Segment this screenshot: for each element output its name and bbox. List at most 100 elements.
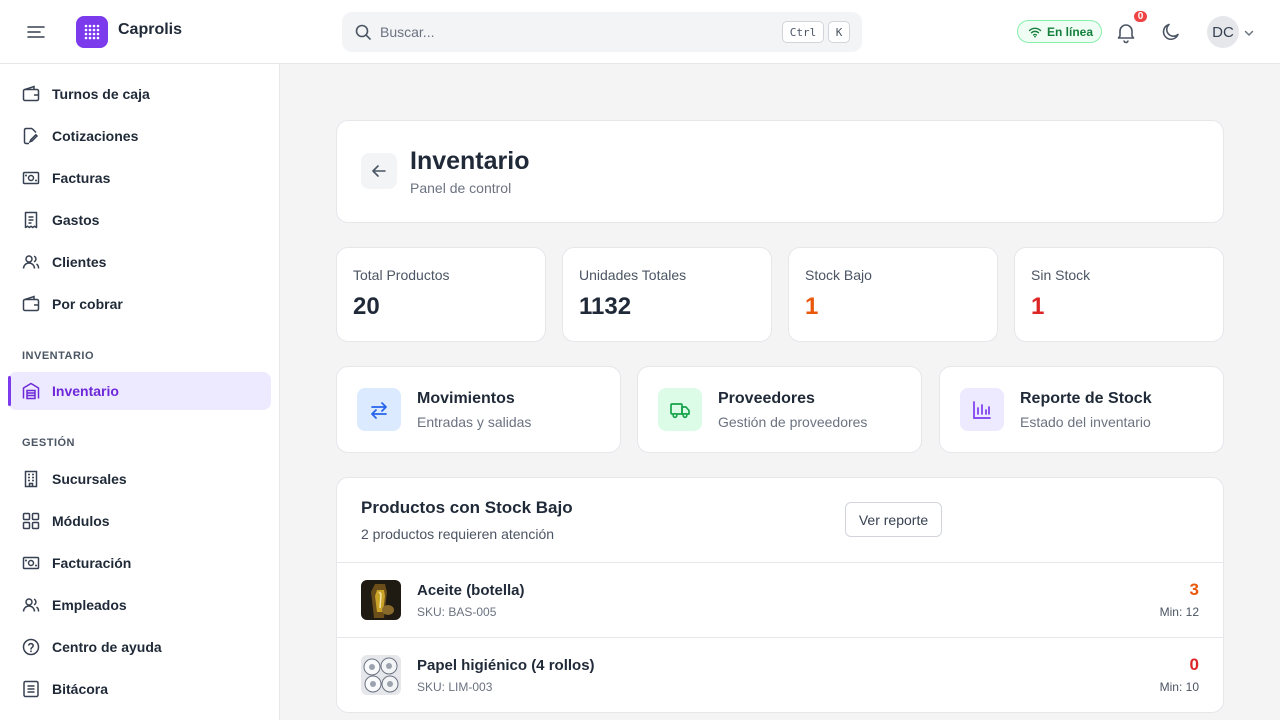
stat-value: 1	[1031, 293, 1045, 320]
sidebar-item-bitacora[interactable]: Bitácora	[8, 670, 271, 708]
view-report-button[interactable]: Ver reporte	[845, 502, 942, 537]
sidebar-item-label: Bitácora	[52, 681, 109, 697]
sidebar-item-label: Sucursales	[52, 471, 127, 487]
product-thumbnail	[361, 655, 401, 695]
product-minimum: Min: 12	[1159, 605, 1199, 619]
page-title: Inventario	[410, 147, 530, 175]
sidebar-item-label: Centro de ayuda	[52, 639, 162, 655]
low-stock-row[interactable]: Papel higiénico (4 rollos) SKU: LIM-003 …	[337, 637, 1223, 712]
wifi-icon	[1028, 27, 1042, 37]
search-bar[interactable]: Ctrl K	[342, 12, 862, 52]
stat-card-stock-bajo: Stock Bajo 1	[788, 247, 998, 342]
action-title: Proveedores	[718, 390, 815, 407]
arrows-exchange-icon	[357, 388, 401, 431]
banknote-icon	[22, 554, 40, 572]
truck-icon	[658, 388, 702, 431]
low-stock-title: Productos con Stock Bajo	[361, 498, 573, 517]
sidebar-item-por-cobrar[interactable]: Por cobrar	[8, 285, 271, 323]
product-minimum: Min: 10	[1159, 680, 1199, 694]
search-icon	[354, 23, 372, 46]
sidebar-item-inventario[interactable]: Inventario	[8, 372, 271, 410]
product-quantity: 0	[1189, 655, 1199, 674]
brand-name: Caprolis	[118, 21, 183, 38]
sidebar-item-label: Clientes	[52, 254, 107, 270]
stat-card-sin-stock: Sin Stock 1	[1014, 247, 1224, 342]
product-sku: SKU: BAS-005	[417, 605, 497, 619]
sidebar-item-label: Empleados	[52, 597, 127, 613]
product-name: Aceite (botella)	[417, 582, 525, 599]
grid-icon	[22, 512, 40, 530]
sidebar-item-label: Módulos	[52, 513, 110, 529]
sidebar-item-turnos-de-caja[interactable]: Turnos de caja	[8, 75, 271, 113]
top-header: Caprolis Ctrl K En línea 0 DC	[0, 0, 1280, 64]
user-avatar[interactable]: DC	[1207, 16, 1239, 48]
shortcut-ctrl-key: Ctrl	[782, 21, 824, 43]
shortcut-k-key: K	[828, 21, 850, 43]
sidebar-item-empleados[interactable]: Empleados	[8, 586, 271, 624]
stat-label: Stock Bajo	[805, 267, 872, 283]
sidebar-item-label: Facturación	[52, 555, 132, 571]
low-stock-row[interactable]: Aceite (botella) SKU: BAS-005 3 Min: 12	[337, 562, 1223, 637]
stat-label: Sin Stock	[1031, 267, 1091, 283]
product-name: Papel higiénico (4 rollos)	[417, 657, 595, 674]
sidebar-item-modulos[interactable]: Módulos	[8, 502, 271, 540]
page-header-card: Inventario Panel de control	[336, 120, 1224, 223]
stat-label: Unidades Totales	[579, 267, 687, 283]
page-subtitle: Panel de control	[410, 180, 512, 196]
action-subtitle: Estado del inventario	[1020, 414, 1151, 430]
sidebar-item-label: Gastos	[52, 212, 100, 228]
sidebar-item-cotizaciones[interactable]: Cotizaciones	[8, 117, 271, 155]
search-input[interactable]	[380, 12, 760, 52]
sidebar: Turnos de caja Cotizaciones Facturas Gas…	[0, 64, 280, 720]
sidebar-item-facturacion[interactable]: Facturación	[8, 544, 271, 582]
sidebar-item-label: Turnos de caja	[52, 86, 150, 102]
online-status-badge: En línea	[1017, 20, 1102, 43]
stat-value: 1132	[579, 293, 632, 320]
wallet-icon	[22, 295, 40, 313]
sidebar-item-clientes[interactable]: Clientes	[8, 243, 271, 281]
section-title-gestion: GESTIÓN	[22, 437, 76, 449]
action-subtitle: Gestión de proveedores	[718, 414, 868, 430]
action-title: Reporte de Stock	[1020, 390, 1152, 407]
bar-chart-icon	[960, 388, 1004, 431]
pen-document-icon	[22, 127, 40, 145]
section-title-inventario: INVENTARIO	[22, 350, 95, 362]
logo-dots-icon	[84, 24, 100, 40]
stat-card-unidades-totales: Unidades Totales 1132	[562, 247, 772, 342]
action-card-reporte-de-stock[interactable]: Reporte de Stock Estado del inventario	[939, 366, 1224, 453]
action-title: Movimientos	[417, 390, 515, 407]
action-card-proveedores[interactable]: Proveedores Gestión de proveedores	[637, 366, 922, 453]
app-logo[interactable]	[76, 16, 108, 48]
menu-toggle-icon[interactable]	[22, 20, 50, 44]
wallet-icon	[22, 85, 40, 103]
chevron-down-icon[interactable]	[1243, 26, 1255, 44]
users-icon	[22, 596, 40, 614]
product-sku: SKU: LIM-003	[417, 680, 493, 694]
users-icon	[22, 253, 40, 271]
banknote-icon	[22, 169, 40, 187]
product-quantity: 3	[1189, 580, 1199, 599]
sidebar-item-centro-de-ayuda[interactable]: Centro de ayuda	[8, 628, 271, 666]
moon-icon[interactable]	[1160, 21, 1182, 43]
receipt-icon	[22, 211, 40, 229]
sidebar-item-label: Inventario	[52, 383, 119, 399]
bell-icon[interactable]	[1114, 20, 1138, 44]
sidebar-item-gastos[interactable]: Gastos	[8, 201, 271, 239]
back-button[interactable]	[361, 153, 397, 189]
notification-count-badge: 0	[1132, 9, 1149, 24]
stat-value: 1	[805, 293, 819, 320]
log-icon	[22, 680, 40, 698]
stat-card-total-productos: Total Productos 20	[336, 247, 546, 342]
sidebar-item-sucursales[interactable]: Sucursales	[8, 460, 271, 498]
sidebar-item-label: Cotizaciones	[52, 128, 139, 144]
sidebar-item-label: Por cobrar	[52, 296, 123, 312]
online-status-label: En línea	[1047, 24, 1094, 39]
low-stock-subtitle: 2 productos requieren atención	[361, 526, 555, 542]
building-icon	[22, 470, 40, 488]
arrow-left-icon	[372, 165, 386, 177]
warehouse-icon	[22, 382, 40, 400]
low-stock-card: Productos con Stock Bajo 2 productos req…	[336, 477, 1224, 713]
sidebar-item-facturas[interactable]: Facturas	[8, 159, 271, 197]
action-subtitle: Entradas y salidas	[417, 414, 532, 430]
action-card-movimientos[interactable]: Movimientos Entradas y salidas	[336, 366, 621, 453]
